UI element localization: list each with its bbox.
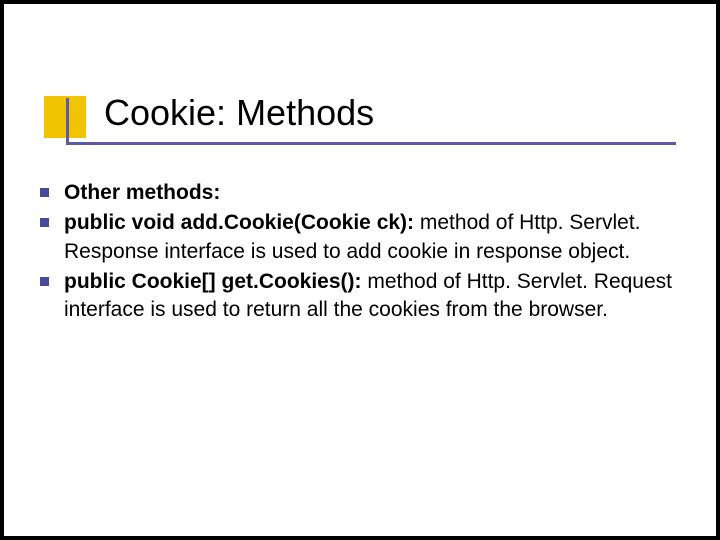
title-underline bbox=[66, 142, 676, 145]
list-item: public void add.Cookie(Cookie ck): metho… bbox=[40, 209, 700, 266]
list-item: public Cookie[] get.Cookies(): method of… bbox=[40, 268, 700, 325]
slide-title: Cookie: Methods bbox=[104, 92, 374, 134]
title-accent-square bbox=[44, 96, 86, 138]
slide-body: Other methods: public void add.Cookie(Co… bbox=[40, 179, 700, 327]
title-tick bbox=[66, 98, 69, 142]
bullet-icon bbox=[40, 277, 49, 286]
bullet-bold: public void add.Cookie(Cookie ck): bbox=[64, 211, 414, 234]
slide: Cookie: Methods Other methods: public vo… bbox=[4, 4, 716, 536]
bullet-icon bbox=[40, 218, 49, 227]
bullet-bold: public Cookie[] get.Cookies(): bbox=[64, 270, 362, 293]
bullet-icon bbox=[40, 188, 49, 197]
bullet-bold: Other methods: bbox=[64, 181, 220, 204]
list-item: Other methods: bbox=[40, 179, 700, 207]
